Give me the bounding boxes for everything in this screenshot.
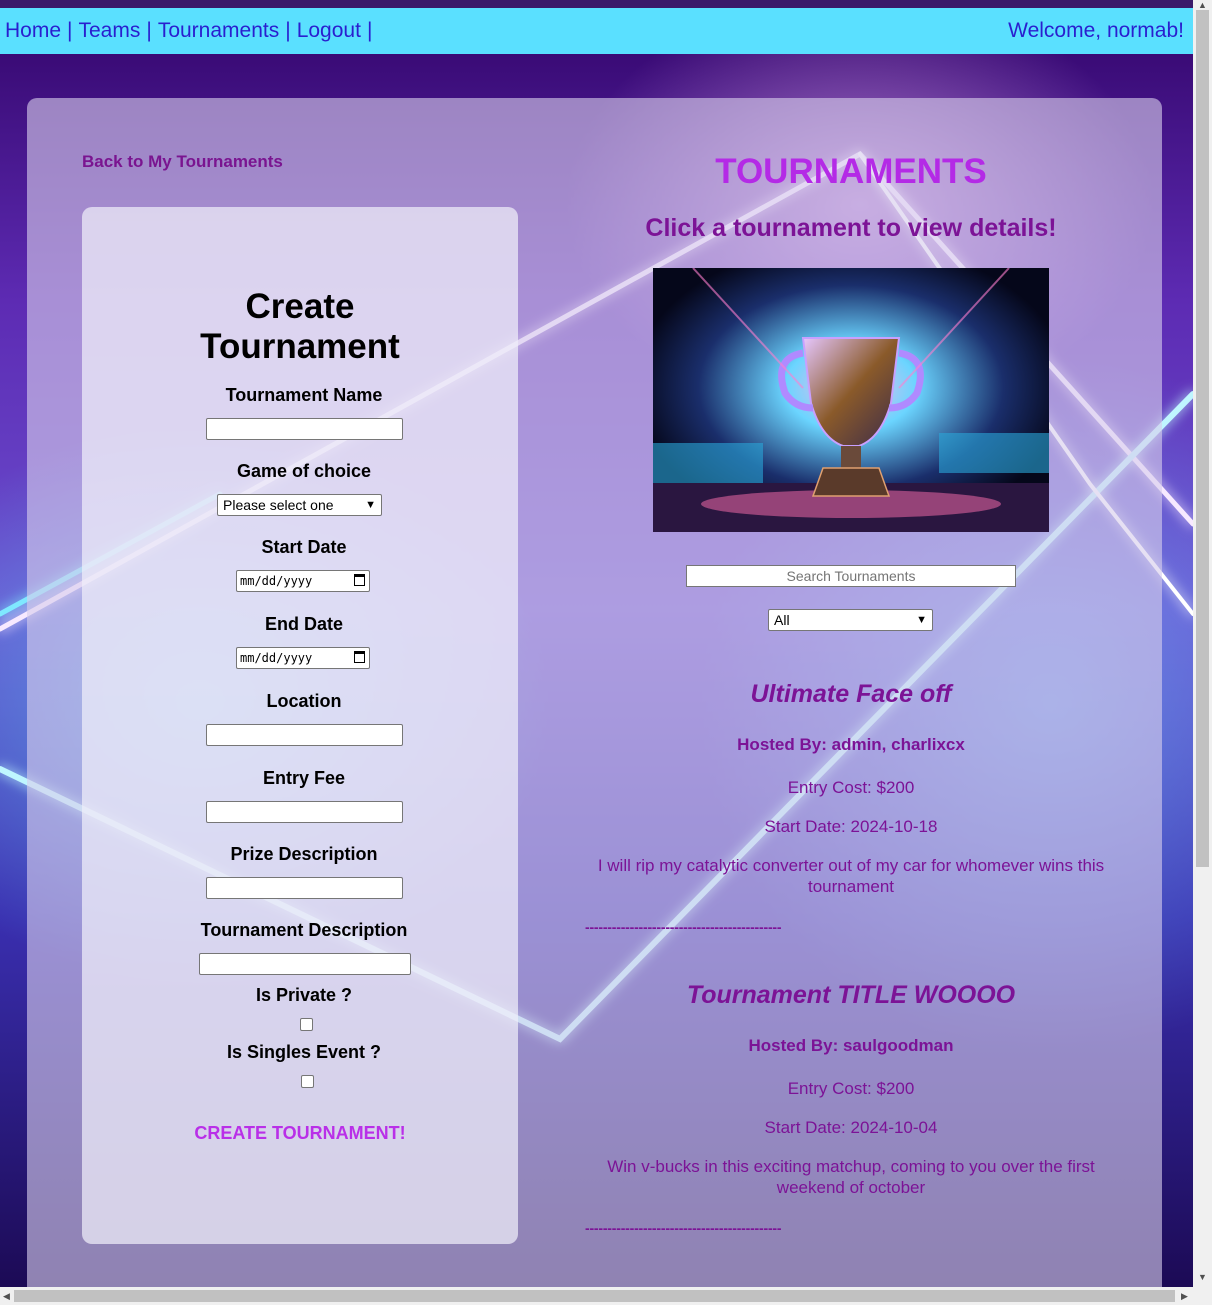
create-tournament-button[interactable]: CREATE TOURNAMENT!: [82, 1123, 518, 1144]
is-private-label: Is Private ?: [255, 985, 353, 1005]
tournament-divider: ----------------------------------------…: [585, 919, 782, 935]
chevron-down-icon: ▼: [365, 499, 376, 511]
tournament-name-label: Tournament Name: [225, 385, 383, 405]
end-date-input[interactable]: mm/dd/yyyy: [236, 647, 370, 669]
tournament-title[interactable]: Tournament TITLE WOOOO: [585, 981, 1117, 1010]
nav-teams-link[interactable]: Teams: [79, 19, 141, 42]
scroll-up-arrow-icon[interactable]: ▲: [1198, 0, 1207, 10]
start-date-input[interactable]: mm/dd/yyyy: [236, 570, 370, 592]
scroll-down-arrow-icon[interactable]: ▼: [1198, 1272, 1207, 1282]
form-title: Create Tournament: [200, 287, 400, 366]
tournament-entry-cost: Entry Cost: $200: [787, 778, 915, 797]
tournament-title[interactable]: Ultimate Face off: [585, 680, 1117, 709]
nav-logout-link[interactable]: Logout: [297, 19, 361, 42]
tournament-card[interactable]: Ultimate Face off Hosted By: admin, char…: [585, 680, 1117, 910]
tournament-entry-cost: Entry Cost: $200: [787, 1079, 915, 1098]
horizontal-scrollbar-thumb[interactable]: [14, 1290, 1175, 1302]
game-select-value: Please select one: [223, 497, 334, 513]
scroll-left-arrow-icon[interactable]: ◀: [3, 1291, 10, 1302]
search-tournaments-input[interactable]: Search Tournaments: [686, 565, 1016, 587]
tournament-start-date: Start Date: 2024-10-18: [764, 817, 938, 836]
window-top-strip: [0, 0, 1212, 8]
end-date-placeholder: mm/dd/yyyy: [240, 651, 313, 665]
nav-separator: |: [285, 19, 291, 42]
trophy-hero-image: [653, 268, 1049, 532]
start-date-placeholder: mm/dd/yyyy: [240, 574, 313, 588]
game-select[interactable]: Please select one ▼: [217, 494, 382, 516]
chevron-down-icon: ▼: [916, 614, 927, 626]
tournaments-heading: TOURNAMENTS: [715, 152, 987, 191]
location-input[interactable]: [206, 724, 403, 746]
trophy-illustration: [653, 268, 1049, 532]
tournament-description-label: Tournament Description: [200, 920, 408, 940]
is-private-checkbox[interactable]: [300, 1018, 313, 1031]
calendar-icon[interactable]: [354, 651, 365, 663]
end-date-label: End Date: [264, 614, 343, 634]
start-date-label: Start Date: [261, 537, 347, 557]
tournament-description-input[interactable]: [199, 953, 411, 975]
entry-fee-label: Entry Fee: [262, 768, 346, 788]
nav-separator: |: [146, 19, 152, 42]
nav-separator: |: [67, 19, 73, 42]
create-tournament-form: Create Tournament Tournament Name Game o…: [82, 207, 518, 1244]
prize-description-label: Prize Description: [230, 844, 378, 864]
search-placeholder: Search Tournaments: [786, 568, 916, 584]
tournament-name-input[interactable]: [206, 418, 403, 440]
welcome-message: Welcome, normab!: [1008, 19, 1184, 42]
back-to-my-tournaments-link[interactable]: Back to My Tournaments: [82, 152, 283, 172]
nav-tournaments-link[interactable]: Tournaments: [158, 19, 279, 42]
tournament-host: Hosted By: admin, charlixcx: [737, 735, 965, 754]
top-navbar: Home | Teams | Tournaments | Logout | Welcome, …: [0, 8, 1193, 54]
game-label: Game of choice: [236, 461, 372, 481]
tournament-filter-select[interactable]: All ▼: [768, 609, 933, 631]
tournament-divider: ----------------------------------------…: [585, 1220, 782, 1236]
calendar-icon[interactable]: [354, 574, 365, 586]
nav-separator: |: [366, 19, 373, 42]
is-singles-label: Is Singles Event ?: [226, 1042, 382, 1062]
filter-select-value: All: [774, 612, 790, 628]
tournament-host: Hosted By: saulgoodman: [748, 1036, 954, 1055]
nav-links: Home | Teams | Tournaments | Logout |: [5, 8, 378, 54]
nav-home-link[interactable]: Home: [5, 19, 61, 42]
tournament-card[interactable]: Tournament TITLE WOOOO Hosted By: saulgo…: [585, 981, 1117, 1211]
scroll-right-arrow-icon[interactable]: ▶: [1181, 1291, 1188, 1302]
tournaments-subheading: Click a tournament to view details!: [645, 214, 1057, 242]
vertical-scrollbar-thumb[interactable]: [1196, 10, 1209, 867]
tournament-description: Win v-bucks in this exciting matchup, co…: [607, 1157, 1095, 1197]
prize-description-input[interactable]: [206, 877, 403, 899]
entry-fee-input[interactable]: [206, 801, 403, 823]
is-singles-checkbox[interactable]: [301, 1075, 314, 1088]
tournament-description: I will rip my catalytic converter out of…: [597, 856, 1105, 896]
tournament-start-date: Start Date: 2024-10-04: [764, 1118, 938, 1137]
location-label: Location: [266, 691, 342, 711]
